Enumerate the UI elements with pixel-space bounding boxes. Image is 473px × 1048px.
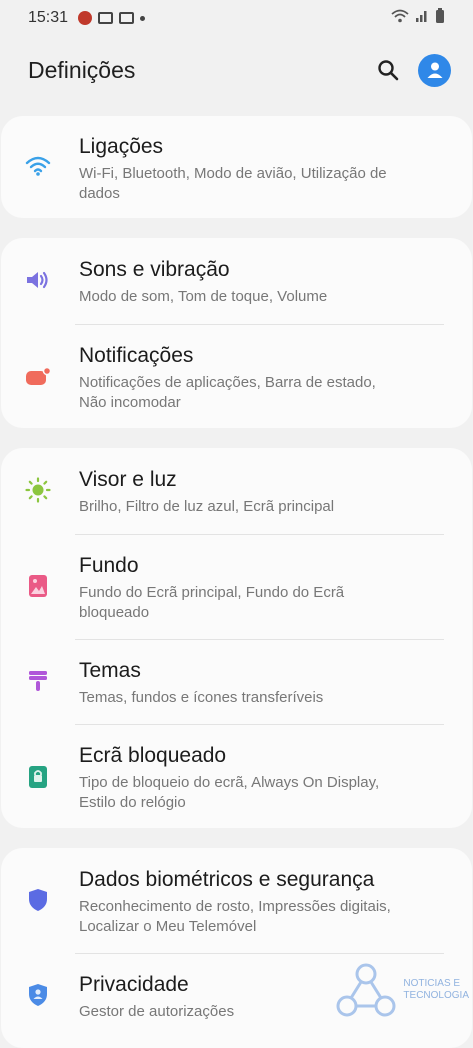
sun-icon — [25, 477, 51, 503]
settings-item-subtitle: Reconhecimento de rosto, Impressões digi… — [79, 897, 436, 937]
settings-item-title: Visor e luz — [79, 468, 177, 491]
settings-item-notifications[interactable]: Notificações Notificações de aplicações,… — [1, 343, 472, 413]
watermark-logo: NOTICIAS E TECNOLOGIA — [335, 962, 469, 1018]
subtitle-line: Tipo de bloqueio do ecrã, Always On Disp… — [79, 774, 380, 791]
status-time: 15:31 — [28, 9, 69, 26]
app-header: Definições — [28, 50, 451, 90]
divider — [75, 724, 444, 725]
watermark-line: TECNOLOGIA — [403, 990, 469, 1001]
battery-icon — [436, 8, 444, 23]
settings-item-wallpaper[interactable]: Fundo Fundo do Ecrã principal, Fundo do … — [1, 553, 472, 623]
settings-item-title: Notificações — [79, 344, 194, 367]
settings-item-title: Ecrã bloqueado — [79, 744, 227, 767]
page-title: Definições — [28, 56, 136, 83]
watermark-line: NOTICIAS E — [403, 978, 461, 989]
subtitle-line: Temas, fundos e ícones transferíveis — [79, 689, 324, 706]
settings-item-subtitle: Modo de som, Tom de toque, Volume — [79, 287, 436, 307]
settings-item-title: Temas — [79, 659, 141, 682]
divider — [75, 953, 444, 954]
subtitle-line: dados — [79, 185, 120, 202]
brush-icon — [25, 668, 51, 694]
wifi-status-icon — [391, 9, 409, 23]
subtitle-line: Wi-Fi, Bluetooth, Modo de avião, Utiliza… — [79, 165, 387, 182]
notification-icon — [25, 364, 51, 390]
gallery-notification-icon — [98, 12, 114, 24]
settings-item-subtitle: Temas, fundos e ícones transferíveis — [79, 688, 436, 708]
subtitle-line: Localizar o Meu Telemóvel — [79, 918, 257, 935]
more-notifications-icon — [140, 15, 146, 21]
settings-item-subtitle: Notificações de aplicações, Barra de est… — [79, 373, 436, 413]
settings-item-connections[interactable]: Ligações Wi-Fi, Bluetooth, Modo de avião… — [1, 134, 472, 204]
mail-notification-icon — [119, 12, 135, 24]
settings-item-subtitle: Fundo do Ecrã principal, Fundo do Ecrã b… — [79, 583, 436, 623]
settings-item-title: Sons e vibração — [79, 258, 230, 281]
subtitle-line: Brilho, Filtro de luz azul, Ecrã princip… — [79, 498, 335, 515]
wifi-icon — [25, 153, 51, 179]
settings-item-subtitle: Tipo de bloqueio do ecrã, Always On Disp… — [79, 773, 436, 813]
subtitle-line: bloqueado — [79, 604, 150, 621]
status-system-icons — [391, 8, 445, 24]
wallpaper-icon — [25, 573, 51, 599]
profile-icon — [427, 62, 442, 78]
privacy-shield-icon — [25, 982, 51, 1008]
subtitle-line: Notificações de aplicações, Barra de est… — [79, 374, 376, 391]
status-bar: 15:31 — [0, 0, 473, 36]
settings-item-subtitle: Wi-Fi, Bluetooth, Modo de avião, Utiliza… — [79, 164, 436, 204]
search-icon — [378, 60, 399, 81]
divider — [75, 324, 444, 325]
settings-group-display: Visor e luz Brilho, Filtro de luz azul, … — [1, 448, 472, 828]
divider — [75, 534, 444, 535]
speaker-icon — [25, 267, 51, 293]
subtitle-line: Estilo do relógio — [79, 794, 186, 811]
settings-item-lock-screen[interactable]: Ecrã bloqueado Tipo de bloqueio do ecrã,… — [1, 743, 472, 813]
signal-icon — [416, 11, 427, 22]
subtitle-line: Reconhecimento de rosto, Impressões digi… — [79, 898, 391, 915]
subtitle-line: Não incomodar — [79, 394, 181, 411]
settings-item-themes[interactable]: Temas Temas, fundos e ícones transferíve… — [1, 658, 472, 708]
settings-group-security: Dados biométricos e segurança Reconhecim… — [1, 848, 472, 1048]
subtitle-line: Modo de som, Tom de toque, Volume — [79, 288, 328, 305]
account-button[interactable] — [418, 53, 451, 87]
divider — [75, 639, 444, 640]
settings-item-sounds[interactable]: Sons e vibração Modo de som, Tom de toqu… — [1, 257, 472, 307]
status-notification-icons — [78, 11, 146, 25]
settings-group-sound: Sons e vibração Modo de som, Tom de toqu… — [1, 238, 472, 428]
network-logo-icon — [336, 963, 396, 1017]
search-button[interactable] — [372, 54, 404, 86]
settings-item-title: Fundo — [79, 554, 139, 577]
settings-group-connections: Ligações Wi-Fi, Bluetooth, Modo de avião… — [1, 116, 472, 218]
settings-item-display[interactable]: Visor e luz Brilho, Filtro de luz azul, … — [1, 467, 472, 517]
settings-item-subtitle: Brilho, Filtro de luz azul, Ecrã princip… — [79, 497, 436, 517]
lock-icon — [25, 764, 51, 790]
shield-icon — [25, 887, 51, 913]
settings-item-title: Ligações — [79, 135, 164, 158]
subtitle-line: Fundo do Ecrã principal, Fundo do Ecrã — [79, 584, 345, 601]
settings-item-title: Dados biométricos e segurança — [79, 868, 375, 891]
watermark-text: NOTICIAS E TECNOLOGIA — [403, 978, 469, 1002]
app-notification-icon — [78, 11, 93, 25]
settings-item-biometrics[interactable]: Dados biométricos e segurança Reconhecim… — [1, 867, 472, 937]
